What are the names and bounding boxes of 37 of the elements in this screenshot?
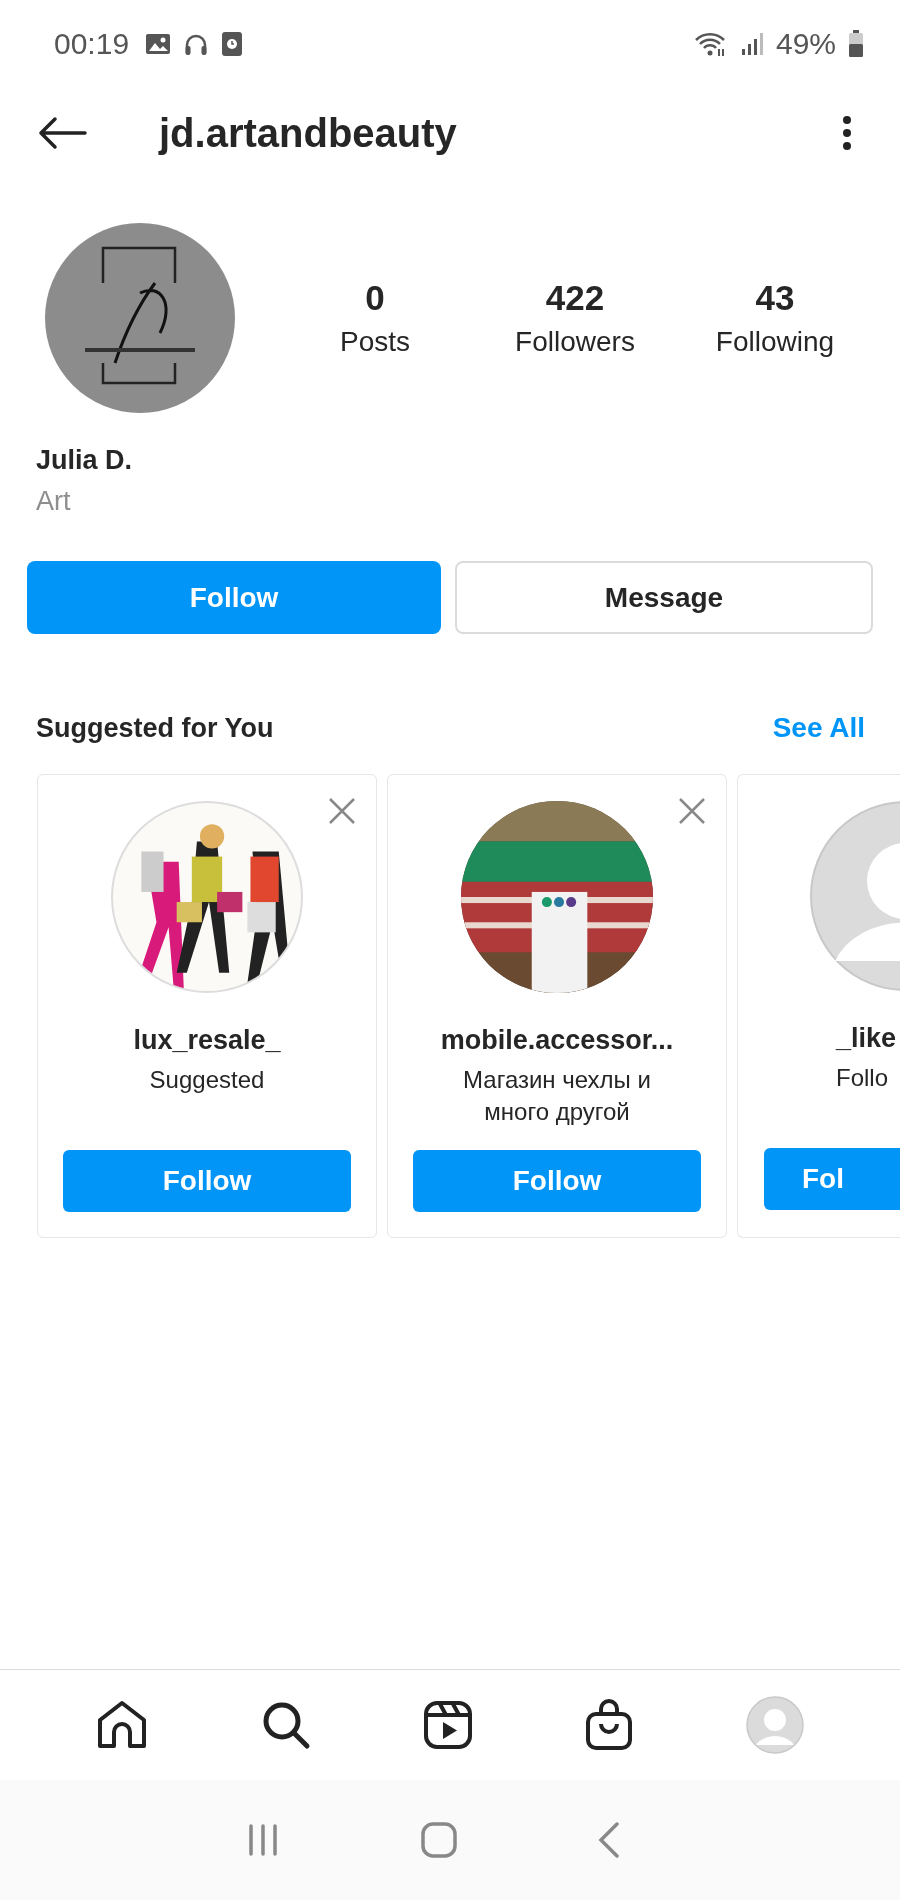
suggestion-reason: Follo — [836, 1063, 889, 1093]
section-title: Suggested for You — [36, 712, 274, 744]
suggested-username: lux_resale_ — [133, 1025, 281, 1056]
back-arrow-icon[interactable] — [37, 116, 87, 150]
battery-percent: 49% — [775, 27, 836, 61]
suggestion-reason: Магазин чехлы и много другой — [462, 1065, 652, 1127]
stat-label: Posts — [340, 326, 410, 358]
message-button[interactable]: Message — [455, 561, 873, 634]
reels-icon[interactable] — [422, 1700, 473, 1750]
clock-icon — [221, 31, 244, 57]
stat-label: Followers — [515, 326, 635, 358]
close-icon[interactable] — [678, 797, 706, 825]
see-all-link[interactable]: See All — [772, 712, 865, 744]
profile-category: Art — [35, 485, 72, 517]
follow-button[interactable]: Follow — [63, 1150, 351, 1212]
shopping-bag-icon[interactable] — [585, 1699, 634, 1751]
display-name: Julia D. — [35, 444, 134, 476]
follow-button[interactable]: Follow — [27, 561, 441, 634]
status-time: 00:19 — [54, 27, 130, 61]
home-button-icon[interactable] — [420, 1822, 457, 1858]
back-icon[interactable] — [597, 1822, 620, 1858]
image-icon — [145, 32, 172, 56]
profile-username: jd.artandbeauty — [159, 110, 458, 156]
more-options-icon[interactable] — [842, 115, 852, 151]
signal-icon — [739, 31, 764, 57]
suggested-username: _like — [836, 1023, 897, 1054]
suggestion-reason: Suggested — [148, 1065, 266, 1095]
stat-count: 0 — [365, 278, 385, 318]
follow-button[interactable]: Follow — [413, 1150, 701, 1212]
close-icon[interactable] — [328, 797, 356, 825]
stat-count: 43 — [755, 278, 795, 318]
stat-label: Following — [715, 326, 835, 358]
suggested-username: mobile.accessor... — [440, 1025, 674, 1056]
home-icon[interactable] — [96, 1700, 149, 1750]
follow-button[interactable]: Fol — [764, 1148, 900, 1210]
battery-icon — [848, 30, 864, 58]
stat-count: 422 — [545, 278, 605, 318]
